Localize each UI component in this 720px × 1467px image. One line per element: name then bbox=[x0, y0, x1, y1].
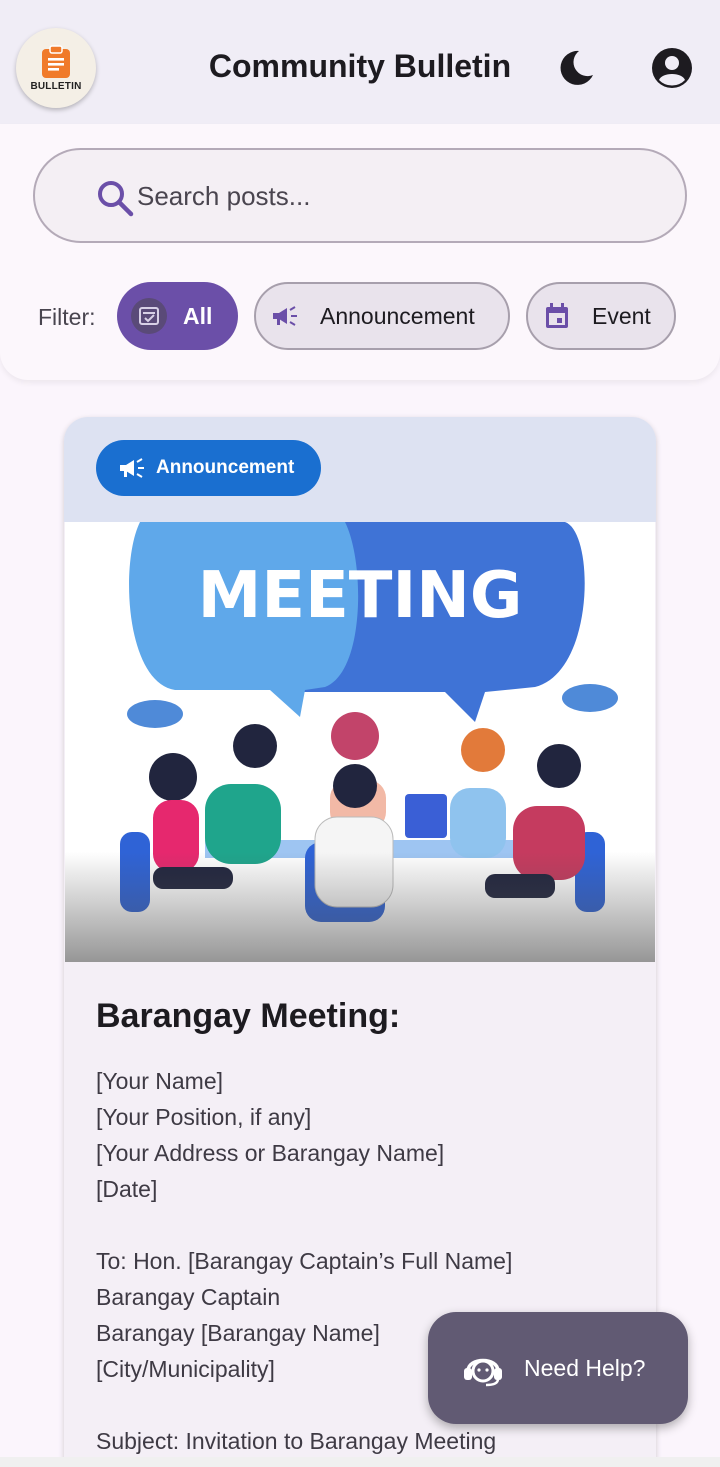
filter-all-icon bbox=[131, 298, 167, 334]
filter-chip-event[interactable]: Event bbox=[526, 282, 676, 350]
post-body-line: [Your Address or Barangay Name] bbox=[96, 1140, 445, 1166]
app-logo[interactable]: BULLETIN bbox=[16, 28, 96, 108]
post-card-header: Announcement bbox=[64, 417, 656, 522]
clipboard-icon bbox=[42, 44, 70, 78]
image-overlay bbox=[65, 852, 655, 962]
post-body-line: Subject: Invitation to Barangay Meeting bbox=[96, 1428, 497, 1454]
post-body-line: Barangay Captain bbox=[96, 1284, 281, 1310]
search-bar[interactable] bbox=[33, 148, 687, 243]
moon-icon bbox=[560, 50, 593, 85]
post-image: MEETING bbox=[65, 522, 655, 962]
logo-text: BULLETIN bbox=[30, 80, 82, 92]
app-bar: BULLETIN Community Bulletin bbox=[0, 0, 720, 124]
filter-label: Filter: bbox=[38, 304, 96, 330]
support-agent-icon bbox=[464, 1358, 502, 1387]
post-body-line: [Your Name] bbox=[96, 1068, 223, 1094]
filter-chip-all[interactable]: All bbox=[117, 282, 238, 350]
badge-label: Announcement bbox=[156, 457, 295, 478]
calendar-icon bbox=[542, 301, 572, 331]
filter-chip-announcement[interactable]: Announcement bbox=[254, 282, 510, 350]
post-card[interactable]: Announcement MEETING Barangay Meeting: [… bbox=[64, 417, 656, 1467]
chip-label: Announcement bbox=[320, 302, 475, 329]
chip-label: Event bbox=[592, 302, 651, 329]
account-button[interactable] bbox=[650, 46, 694, 90]
image-headline: MEETING bbox=[198, 559, 523, 633]
chip-label: All bbox=[183, 302, 213, 329]
theme-toggle-button[interactable] bbox=[554, 46, 598, 90]
account-circle-icon bbox=[652, 48, 692, 88]
search-icon bbox=[98, 181, 134, 217]
post-body-line: [Your Position, if any] bbox=[96, 1104, 312, 1130]
megaphone-icon bbox=[270, 301, 300, 331]
post-title: Barangay Meeting: bbox=[96, 997, 401, 1035]
post-body-blank-line bbox=[96, 1207, 636, 1243]
search-filter-panel: Filter: All Announcement bbox=[0, 124, 720, 380]
bottom-edge bbox=[0, 1457, 720, 1467]
need-help-button[interactable]: Need Help? bbox=[428, 1312, 688, 1424]
page-title: Community Bulletin bbox=[208, 48, 512, 84]
megaphone-icon bbox=[120, 458, 144, 478]
post-body-line: [Date] bbox=[96, 1176, 158, 1202]
category-badge: Announcement bbox=[96, 440, 321, 496]
help-label: Need Help? bbox=[524, 1354, 646, 1381]
post-body-line: To: Hon. [Barangay Captain’s Full Name] bbox=[96, 1248, 513, 1274]
search-input[interactable] bbox=[137, 174, 637, 218]
